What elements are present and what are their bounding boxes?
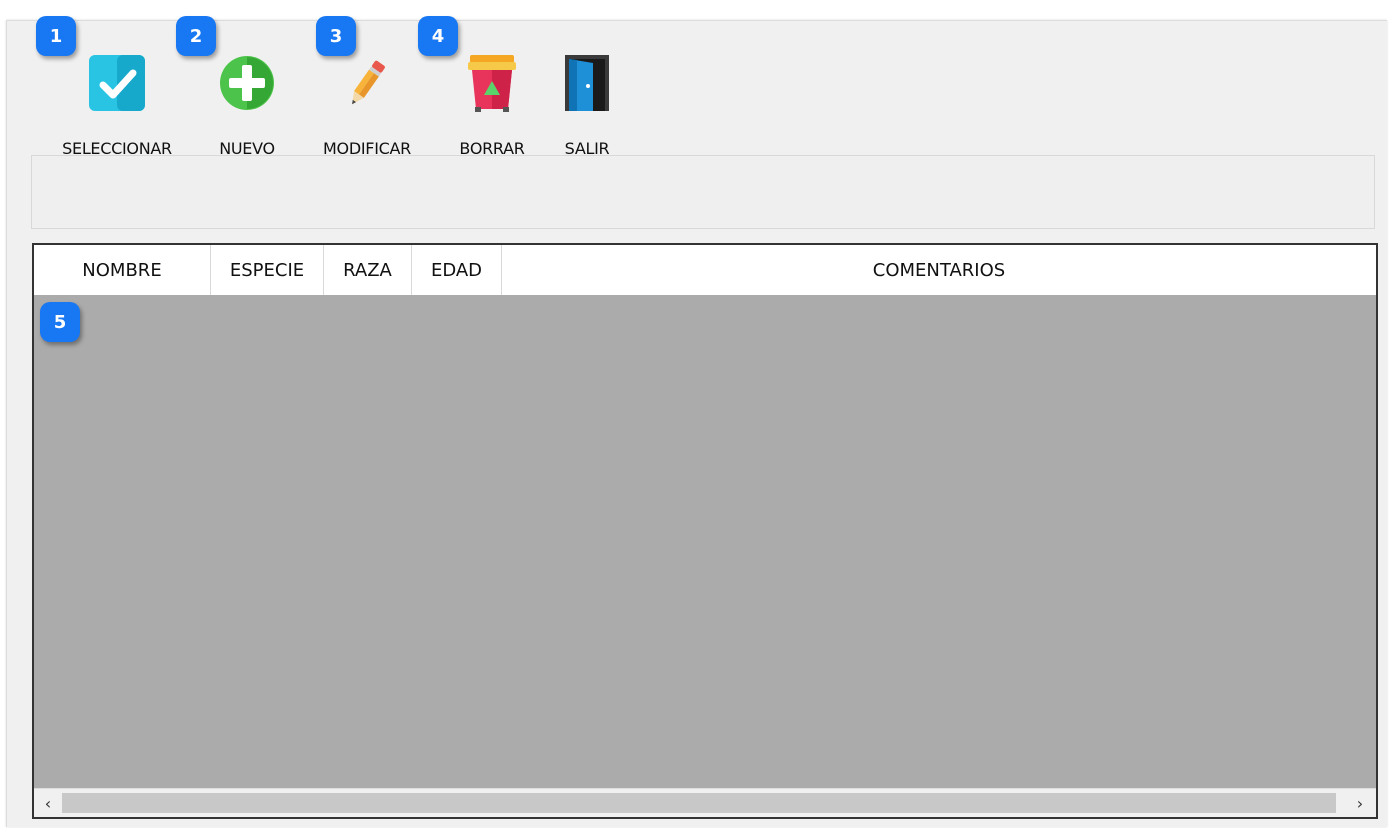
callout-badge-2: 2 xyxy=(176,16,216,56)
scrollbar-thumb[interactable] xyxy=(62,793,1336,813)
scroll-left-arrow[interactable]: ‹ xyxy=(36,789,60,817)
column-header-comentarios[interactable]: COMENTARIOS xyxy=(502,245,1376,295)
callout-badge-4: 4 xyxy=(418,16,458,56)
scroll-right-arrow[interactable]: › xyxy=(1348,789,1372,817)
add-icon xyxy=(217,53,277,113)
column-header-raza[interactable]: RAZA xyxy=(324,245,412,295)
trash-icon xyxy=(462,53,522,113)
delete-button[interactable]: BORRAR xyxy=(447,51,537,161)
column-header-nombre[interactable]: NOMBRE xyxy=(34,245,211,295)
data-grid[interactable]: NOMBRE ESPECIE RAZA EDAD COMENTARIOS ‹ › xyxy=(32,243,1378,819)
pencil-icon xyxy=(337,53,397,113)
column-header-especie[interactable]: ESPECIE xyxy=(211,245,324,295)
column-header-edad[interactable]: EDAD xyxy=(412,245,502,295)
check-icon xyxy=(87,53,147,113)
new-button[interactable]: NUEVO xyxy=(207,51,287,161)
grid-header: NOMBRE ESPECIE RAZA EDAD COMENTARIOS xyxy=(34,245,1376,295)
horizontal-scrollbar[interactable]: ‹ › xyxy=(34,788,1376,817)
callout-badge-3: 3 xyxy=(316,16,356,56)
filter-panel[interactable] xyxy=(31,155,1375,229)
exit-door-icon xyxy=(557,53,617,113)
callout-badge-1: 1 xyxy=(36,16,76,56)
main-window: SELECCIONAR NUEVO MODIFICAR BORRAR SALIR… xyxy=(6,20,1387,827)
modify-button[interactable]: MODIFICAR xyxy=(307,51,427,161)
exit-button[interactable]: SALIR xyxy=(557,51,617,161)
callout-badge-5: 5 xyxy=(40,302,80,342)
select-button[interactable]: SELECCIONAR xyxy=(47,51,187,161)
